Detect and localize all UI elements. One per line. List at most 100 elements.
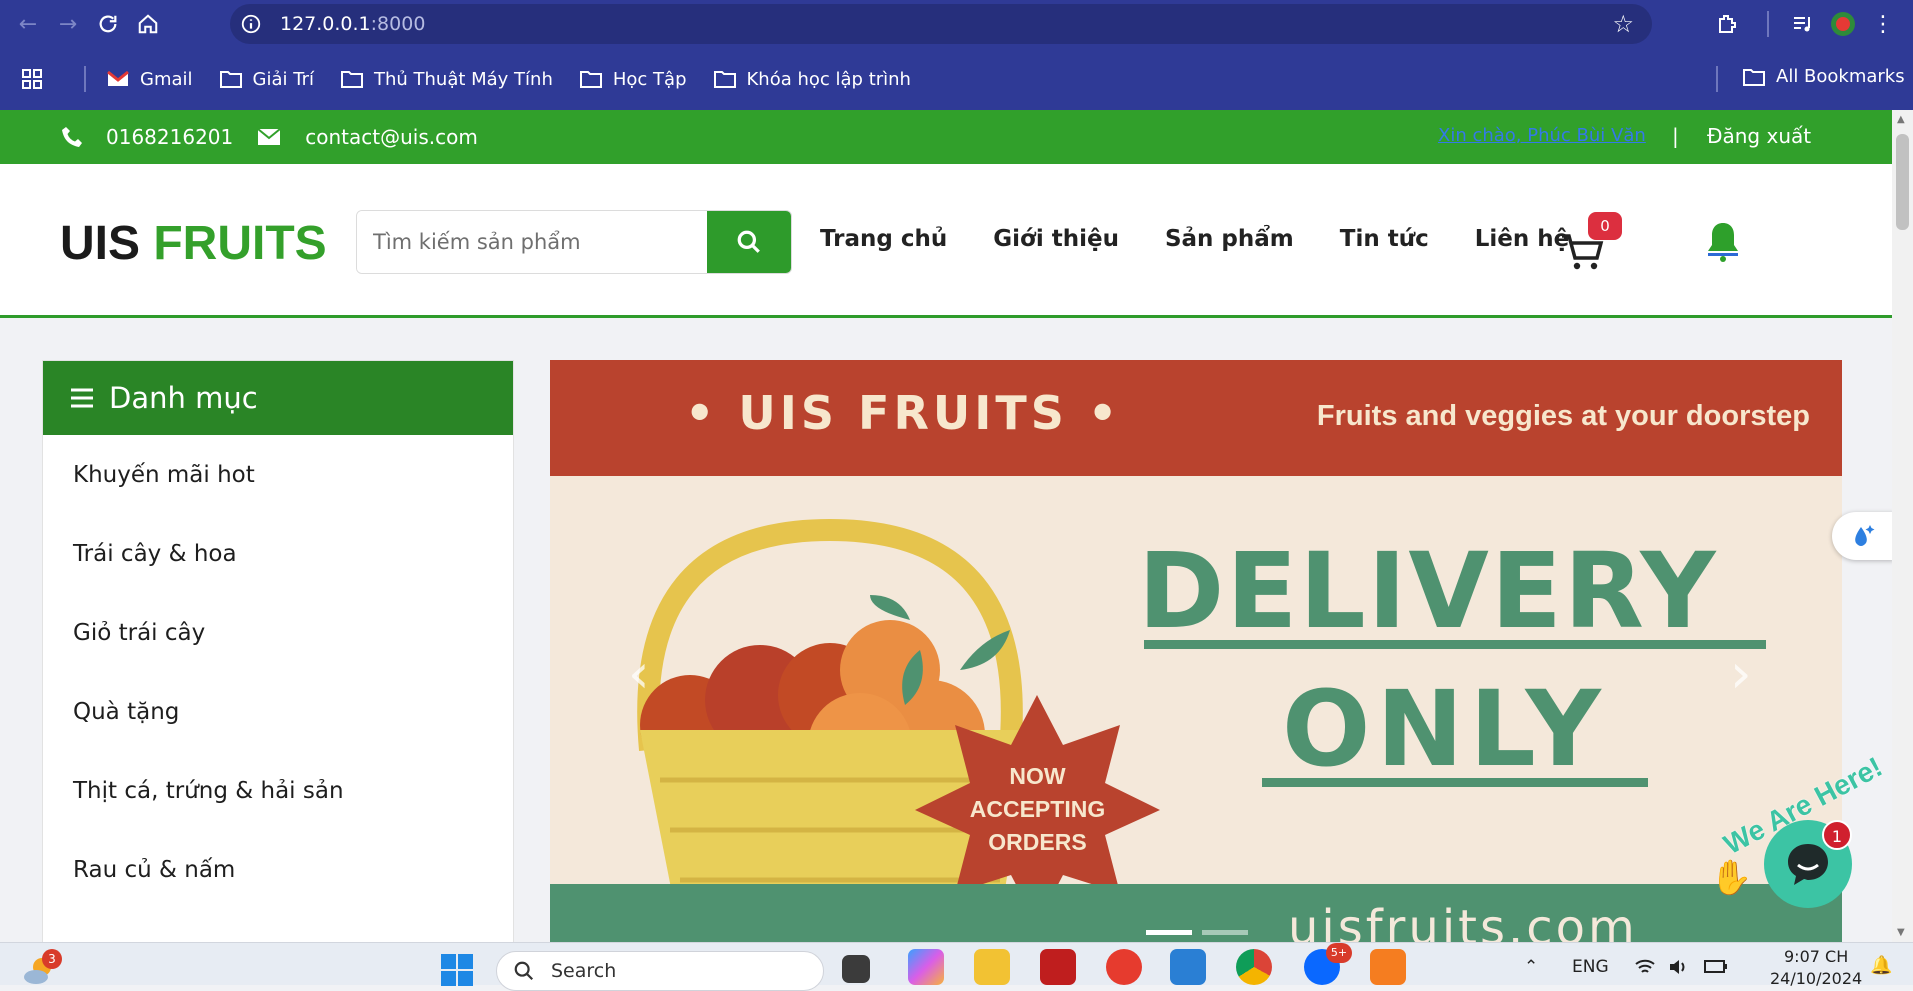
carousel-prev-icon[interactable]: ‹: [628, 642, 650, 705]
start-button[interactable]: [440, 953, 474, 991]
scroll-up-icon[interactable]: ▲: [1897, 114, 1905, 125]
media-control-icon[interactable]: [1783, 4, 1823, 44]
browser-toolbar: ← → 127.0.0.1:8000 ☆ ⋮: [0, 0, 1913, 48]
weather-widget[interactable]: 3: [22, 949, 62, 985]
page-scrollbar[interactable]: ▲ ▼: [1892, 110, 1913, 942]
browser-menu-icon[interactable]: ⋮: [1863, 4, 1903, 44]
category-item-fruit-flowers[interactable]: Trái cây & hoa: [43, 514, 513, 593]
bookmark-folder-thu-thuat[interactable]: Thủ Thuật Máy Tính: [340, 69, 553, 90]
windows-logo-icon: [441, 954, 473, 986]
chrome-icon[interactable]: [1236, 949, 1272, 985]
bookmarks-bar: Gmail Giải Trí Thủ Thuật Máy Tính Học Tậ…: [0, 48, 1913, 110]
hamburger-menu-icon: [71, 388, 93, 408]
file-explorer-icon[interactable]: [974, 949, 1010, 985]
contact-phone[interactable]: 0168216201: [106, 125, 233, 149]
water-drop-icon: [1855, 525, 1875, 546]
contact-email[interactable]: contact@uis.com: [305, 125, 478, 149]
bookmark-gmail[interactable]: Gmail: [106, 69, 193, 90]
bell-icon: [1708, 223, 1738, 262]
zalo-badge: 5+: [1326, 943, 1352, 963]
tray-chevron-icon[interactable]: ⌃: [1524, 957, 1538, 977]
wifi-icon[interactable]: [1634, 957, 1656, 982]
menu-item-products[interactable]: Sản phẩm: [1165, 226, 1294, 252]
category-item-meat-seafood[interactable]: Thịt cá, trứng & hải sản: [43, 751, 513, 830]
forward-button[interactable]: →: [48, 4, 88, 44]
cart-button[interactable]: 0: [1560, 212, 1630, 272]
os-taskbar: 3 Search 5+ ⌃ ENG 9:07 CH 24/10/2024 🔔: [0, 942, 1913, 991]
headline-underline: [1144, 640, 1766, 649]
menu-item-news[interactable]: Tin tức: [1340, 226, 1429, 252]
volume-icon[interactable]: [1668, 957, 1690, 982]
logout-link[interactable]: Đăng xuất: [1707, 124, 1811, 148]
banner-tagline: Fruits and veggies at your doorstep: [1316, 400, 1810, 432]
scrollbar-thumb[interactable]: [1896, 134, 1909, 230]
headline-underline: [1262, 778, 1648, 787]
clock-time[interactable]: 9:07 CH: [1784, 947, 1848, 966]
phone-icon: [62, 127, 82, 147]
extensions-icon[interactable]: [1707, 4, 1747, 44]
profile-avatar[interactable]: [1823, 4, 1863, 44]
search-icon: [514, 961, 534, 981]
notification-button[interactable]: [1704, 220, 1742, 266]
carousel-indicators: [1146, 930, 1258, 935]
home-button[interactable]: [128, 4, 168, 44]
xampp-icon[interactable]: [1370, 949, 1406, 985]
site-info-icon[interactable]: [236, 9, 266, 39]
taskbar-search[interactable]: Search: [496, 951, 824, 991]
input-language[interactable]: ENG: [1572, 957, 1609, 977]
url-host: 127.0.0.1: [280, 13, 371, 35]
all-bookmarks-button[interactable]: All Bookmarks: [1742, 66, 1905, 87]
category-item-vegetables[interactable]: Rau củ & nấm: [43, 830, 513, 909]
reload-button[interactable]: [88, 4, 128, 44]
weather-badge: 3: [42, 949, 62, 969]
water-drop-widget[interactable]: [1832, 512, 1894, 560]
site-logo[interactable]: UIS FRUITS: [60, 216, 327, 271]
bookmark-star-icon[interactable]: ☆: [1612, 10, 1634, 38]
category-item-fruit-baskets[interactable]: Giỏ trái cây: [43, 593, 513, 672]
carousel-next-icon[interactable]: ›: [1730, 642, 1752, 705]
menu-item-contact[interactable]: Liên hệ: [1475, 226, 1570, 252]
bookmark-folder-hoc-tap[interactable]: Học Tập: [579, 69, 687, 90]
contact-bar: 0168216201 contact@uis.com Xin chào, Phú…: [0, 110, 1892, 164]
banner-headline-delivery: DELIVERY: [1138, 530, 1718, 652]
product-search: [356, 210, 792, 274]
folder-icon: [219, 71, 242, 88]
folder-icon: [579, 71, 602, 88]
bookmark-folder-khoa-hoc[interactable]: Khóa học lập trình: [713, 69, 911, 90]
chat-unread-badge: 1: [1822, 820, 1852, 850]
task-view-icon[interactable]: [842, 955, 870, 983]
search-input[interactable]: [357, 211, 707, 273]
folder-icon: [713, 71, 736, 88]
user-greeting-link[interactable]: Xin chào, Phúc Bùi Văn: [1438, 125, 1646, 146]
folder-icon: [1743, 68, 1765, 86]
envelope-icon: [257, 128, 281, 145]
main-menu: Trang chủ Giới thiệu Sản phẩm Tin tức Li…: [820, 226, 1615, 252]
cart-count-badge: 0: [1588, 212, 1622, 240]
copilot-icon[interactable]: [908, 949, 944, 985]
home-icon: [138, 14, 158, 34]
vscode-icon[interactable]: [1170, 949, 1206, 985]
reload-icon: [99, 15, 117, 33]
menu-item-home[interactable]: Trang chủ: [820, 226, 947, 252]
menu-item-about[interactable]: Giới thiệu: [993, 226, 1119, 252]
notification-center-icon[interactable]: 🔔: [1870, 955, 1892, 976]
chat-bubble-icon: [1788, 844, 1828, 885]
filezilla-icon[interactable]: [1040, 949, 1076, 985]
category-item-hot-deals[interactable]: Khuyến mãi hot: [43, 435, 513, 514]
wps-office-icon[interactable]: [1106, 949, 1142, 985]
scroll-down-icon[interactable]: ▼: [1897, 927, 1905, 938]
clock-date[interactable]: 24/10/2024: [1770, 969, 1862, 988]
carousel-dot[interactable]: [1202, 930, 1248, 935]
category-item-gifts[interactable]: Quà tặng: [43, 672, 513, 751]
site-header: UIS FRUITS Trang chủ Giới thiệu Sản phẩm…: [0, 164, 1892, 318]
carousel-dot[interactable]: [1146, 930, 1192, 935]
back-button[interactable]: ←: [8, 4, 48, 44]
folder-icon: [340, 71, 363, 88]
bookmark-folder-giai-tri[interactable]: Giải Trí: [219, 69, 314, 90]
address-bar[interactable]: 127.0.0.1:8000 ☆: [230, 4, 1652, 44]
battery-icon[interactable]: [1704, 957, 1728, 980]
category-sidebar: Danh mục Khuyến mãi hot Trái cây & hoa G…: [42, 360, 514, 985]
category-header[interactable]: Danh mục: [43, 361, 513, 435]
search-button[interactable]: [707, 211, 791, 273]
apps-icon[interactable]: [20, 67, 54, 91]
